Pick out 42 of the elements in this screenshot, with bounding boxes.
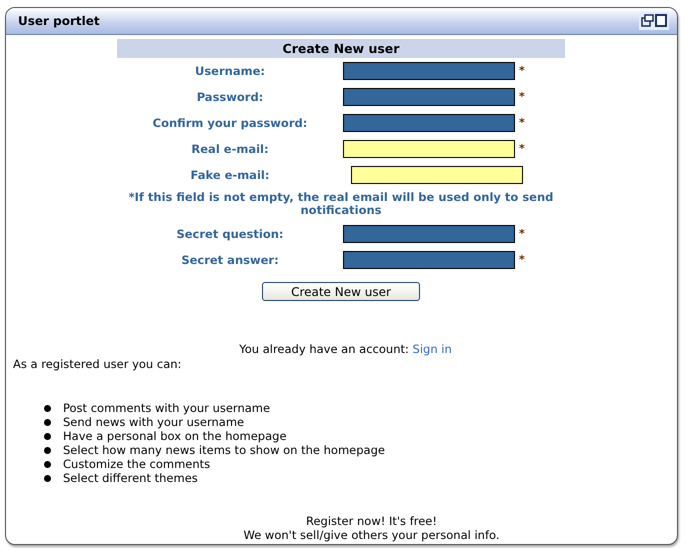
sign-in-link[interactable]: Sign in bbox=[412, 342, 452, 356]
benefit-item: Customize the comments bbox=[63, 457, 210, 471]
input-field[interactable] bbox=[343, 251, 515, 269]
benefit-item: Post comments with your username bbox=[63, 401, 270, 415]
input-field[interactable] bbox=[343, 140, 515, 158]
create-user-button[interactable]: Create New user bbox=[262, 282, 420, 301]
footer-text: We won't sell/give others your personal info. bbox=[244, 528, 500, 542]
bullet-icon bbox=[44, 474, 51, 482]
bullet-icon bbox=[44, 432, 51, 440]
required-mark: * bbox=[519, 116, 525, 129]
window-title: User portlet bbox=[18, 14, 100, 28]
footer-text: Register now! It's free! bbox=[306, 514, 437, 528]
field-label: Fake e-mail: bbox=[190, 168, 270, 182]
input-field[interactable] bbox=[343, 88, 515, 106]
required-mark: * bbox=[519, 90, 525, 103]
input-field[interactable] bbox=[351, 166, 523, 184]
field-label: Username: bbox=[194, 64, 266, 78]
field-label: Secret answer: bbox=[180, 253, 280, 267]
required-mark: * bbox=[519, 64, 525, 77]
required-mark: * bbox=[519, 142, 525, 155]
intro-text: As a registered user you can: bbox=[12, 357, 182, 371]
input-field[interactable] bbox=[343, 114, 515, 132]
account-text: You already have an account: bbox=[239, 342, 409, 356]
field-label: Confirm your password: bbox=[152, 116, 308, 130]
required-mark: * bbox=[519, 253, 525, 266]
field-label: Secret question: bbox=[175, 227, 285, 241]
form-heading: Create New user bbox=[117, 39, 565, 58]
benefit-item: Send news with your username bbox=[63, 415, 244, 429]
input-field[interactable] bbox=[343, 62, 515, 80]
field-label: Real e-mail: bbox=[190, 142, 270, 156]
benefit-item: Have a personal box on the homepage bbox=[63, 429, 287, 443]
bullet-icon bbox=[44, 446, 51, 454]
bullet-icon bbox=[44, 460, 51, 468]
note-text: *If this field is not empty, the real email will be used only to send notifications bbox=[128, 189, 554, 219]
input-field[interactable] bbox=[343, 225, 515, 243]
field-label: Password: bbox=[196, 90, 264, 104]
window-controls-icon[interactable] bbox=[639, 12, 669, 30]
bullet-icon bbox=[44, 404, 51, 412]
required-mark: * bbox=[519, 227, 525, 240]
benefit-item: Select different themes bbox=[63, 471, 198, 485]
bullet-icon bbox=[44, 418, 51, 426]
benefit-item: Select how many news items to show on the homepage bbox=[63, 443, 385, 457]
